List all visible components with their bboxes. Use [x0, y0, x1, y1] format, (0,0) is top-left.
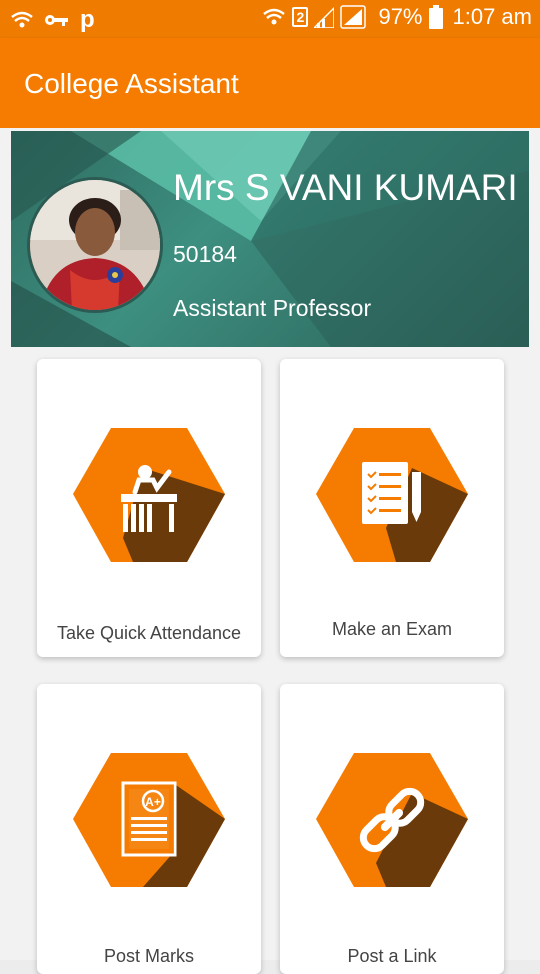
checklist-icon: [316, 428, 468, 562]
svg-text:A+: A+: [145, 795, 161, 809]
notification-letter-icon: p: [80, 6, 95, 33]
profile-name: Mrs S VANI KUMARI: [173, 167, 518, 208]
profile-header: Mrs S VANI KUMARI 50184 Assistant Profes…: [11, 131, 529, 347]
avatar: [27, 177, 163, 313]
wifi-call-icon: [11, 11, 33, 28]
battery-percent: 97%: [378, 4, 423, 29]
avatar-photo: [30, 180, 160, 310]
app-title: College Assistant: [24, 68, 239, 99]
battery-icon: [428, 5, 443, 29]
marks-icon: A+: [73, 753, 225, 887]
tile-take-quick-attendance[interactable]: Take Quick Attendance: [37, 359, 261, 657]
tile-label: Post Marks: [103, 946, 195, 966]
status-right: 2 97% 1:07 am: [262, 4, 532, 30]
tile-post-a-link[interactable]: Post a Link: [280, 684, 504, 974]
profile-id: 50184: [173, 241, 237, 267]
link-icon: [316, 753, 468, 887]
tile-post-marks[interactable]: A+ Post Marks: [37, 684, 261, 974]
attendance-icon: [73, 428, 225, 562]
tile-label: Post a Link: [347, 946, 437, 966]
profile-role: Assistant Professor: [173, 295, 372, 321]
wifi-icon: [263, 8, 286, 25]
key-icon: [45, 15, 68, 26]
main-content[interactable]: Mrs S VANI KUMARI 50184 Assistant Profes…: [0, 128, 540, 974]
tile-label: Make an Exam: [331, 619, 453, 639]
clock: 1:07 am: [452, 4, 533, 29]
app-bar: College Assistant: [0, 38, 540, 128]
signal-full-icon: [340, 5, 367, 29]
status-bar: p 2 97% 1:07 am: [0, 0, 540, 38]
tile-make-an-exam[interactable]: Make an Exam: [280, 359, 504, 657]
signal-icon: [314, 6, 335, 28]
tile-label: Take Quick Attendance: [56, 623, 242, 643]
status-left: p: [10, 6, 95, 34]
sim-icon: 2: [292, 7, 309, 27]
